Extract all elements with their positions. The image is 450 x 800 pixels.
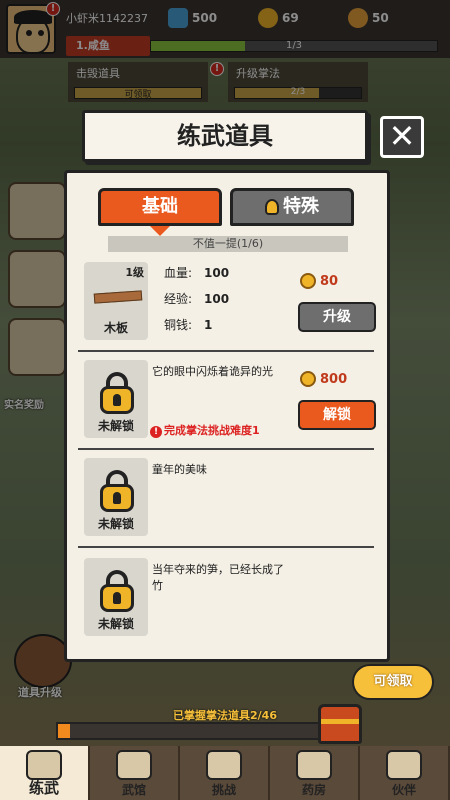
pharmacy-icon	[296, 750, 332, 780]
nav-label: 伙伴	[391, 783, 416, 797]
unlock-button[interactable]: 解锁	[298, 400, 376, 430]
item-description: 童年的美味	[152, 463, 207, 476]
tab-special-label: 特殊	[283, 196, 319, 217]
treasure-chest-icon[interactable]	[318, 704, 362, 744]
item-name: 未解锁	[97, 419, 134, 433]
stat-value: 100	[204, 292, 230, 306]
nav-partner[interactable]: 伙伴	[360, 746, 450, 800]
item-name: 未解锁	[97, 517, 134, 531]
requirement-text: 完成掌法挑战难度1	[164, 424, 260, 437]
nav-label: 挑战	[211, 783, 236, 797]
stat-label: 铜钱:	[164, 318, 193, 332]
upgrade-button[interactable]: 升级	[298, 302, 376, 332]
close-button[interactable]: ✕	[380, 116, 424, 158]
category-header: 不值一提(1/6)	[108, 236, 348, 252]
item-description: 当年夺来的笋，已经长成了竹	[152, 563, 284, 592]
upgrade-cost: 80	[300, 272, 338, 290]
cost-value: 80	[320, 273, 339, 289]
claim-bubble[interactable]: 可领取	[352, 664, 434, 700]
lock-icon	[100, 372, 134, 414]
row-divider	[78, 448, 374, 450]
lock-icon	[100, 570, 134, 612]
dialog-title-banner: 练武道具	[82, 110, 368, 162]
collection-progress-label: 已掌握掌法道具2/46	[173, 709, 277, 722]
item-row-wooden-board: 1级 木板 血量: 100 经验: 100 铜钱: 1 80 升级	[78, 260, 376, 352]
nav-training[interactable]: 练武	[0, 746, 90, 800]
stat-value: 100	[204, 266, 230, 280]
nav-label: 练武	[28, 779, 59, 797]
nav-pharmacy[interactable]: 药房	[270, 746, 360, 800]
challenge-icon	[206, 750, 242, 780]
item-row-locked-1: 未解锁 它的眼中闪烁着诡异的光 800 解锁 ! 完成掌法挑战难度1	[78, 358, 376, 450]
bottom-nav: 练武 武馆 挑战 药房 伙伴	[0, 746, 450, 800]
fist-icon	[26, 750, 62, 780]
collection-progress-bar	[56, 722, 336, 740]
item-icon-box[interactable]: 未解锁	[84, 458, 148, 536]
unlock-cost: 800	[300, 370, 347, 388]
dojo-icon	[116, 750, 152, 780]
item-name: 木板	[103, 321, 128, 335]
partner-icon	[386, 750, 422, 780]
stat-label: 经验:	[164, 292, 193, 306]
item-level: 1级	[125, 266, 144, 279]
tab-special[interactable]: 特殊	[230, 188, 354, 226]
item-row-locked-2: 未解锁 童年的美味	[78, 456, 374, 548]
stat-label: 血量:	[164, 266, 193, 280]
dialog-title: 练武道具	[177, 122, 273, 150]
coin-icon	[300, 273, 316, 289]
row-divider	[78, 546, 374, 548]
tab-indicator	[150, 226, 170, 236]
stat-value: 1	[204, 318, 213, 332]
wooden-board-icon	[93, 290, 143, 304]
collection-progress-fill	[58, 724, 70, 738]
item-icon-box[interactable]: 未解锁	[84, 360, 148, 438]
item-icon-box[interactable]: 未解锁	[84, 558, 148, 636]
unlock-requirement: ! 完成掌法挑战难度1	[150, 422, 260, 438]
lock-icon	[265, 199, 279, 215]
item-stats: 血量: 100 经验: 100 铜钱: 1	[164, 264, 229, 342]
item-row-locked-3: 未解锁 当年夺来的笋，已经长成了竹	[78, 556, 374, 642]
nav-label: 武馆	[121, 783, 146, 797]
nav-label: 药房	[301, 783, 326, 797]
warning-icon: !	[150, 426, 162, 438]
item-icon-box[interactable]: 1级 木板	[84, 262, 148, 340]
item-name: 未解锁	[97, 617, 134, 631]
row-divider	[78, 350, 374, 352]
nav-challenge[interactable]: 挑战	[180, 746, 270, 800]
cost-value: 800	[320, 371, 348, 387]
nav-dojo[interactable]: 武馆	[90, 746, 180, 800]
item-description: 它的眼中闪烁着诡异的光	[152, 365, 273, 378]
tab-basic[interactable]: 基础	[98, 188, 222, 226]
coin-icon	[300, 371, 316, 387]
lock-icon	[100, 470, 134, 512]
